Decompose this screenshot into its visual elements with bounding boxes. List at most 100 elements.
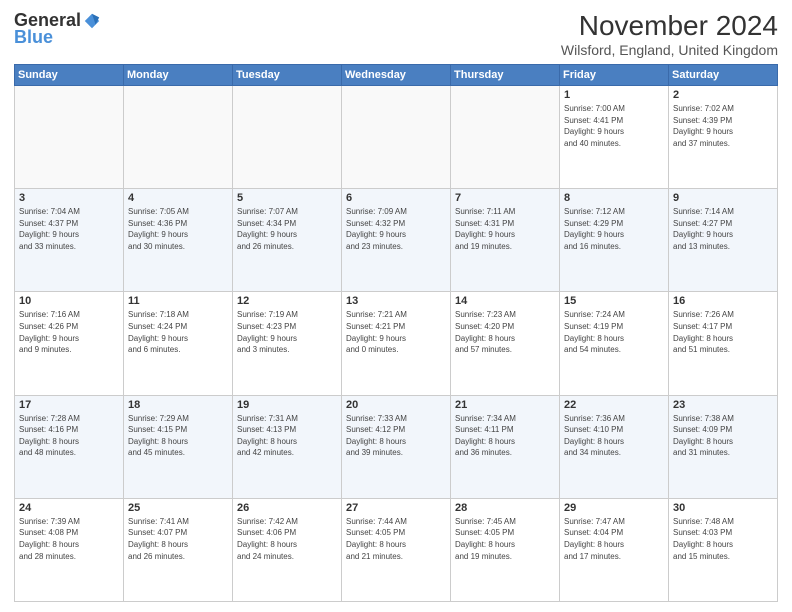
calendar-cell: 13 Sunrise: 7:21 AM Sunset: 4:21 PM Dayli… xyxy=(342,292,451,395)
calendar-cell: 3 Sunrise: 7:04 AM Sunset: 4:37 PM Daylig… xyxy=(15,189,124,292)
calendar-cell: 21 Sunrise: 7:34 AM Sunset: 4:11 PM Dayli… xyxy=(451,395,560,498)
day-info: Sunrise: 7:14 AM Sunset: 4:27 PM Dayligh… xyxy=(673,206,773,252)
day-number: 30 xyxy=(673,502,773,514)
day-info: Sunrise: 7:47 AM Sunset: 4:04 PM Dayligh… xyxy=(564,516,664,562)
calendar-week-0: 1Sunrise: 7:00 AM Sunset: 4:41 PM Daylig… xyxy=(15,86,778,189)
day-number: 19 xyxy=(237,399,337,411)
day-info: Sunrise: 7:45 AM Sunset: 4:05 PM Dayligh… xyxy=(455,516,555,562)
day-info: Sunrise: 7:04 AM Sunset: 4:37 PM Dayligh… xyxy=(19,206,119,252)
month-title: November 2024 xyxy=(561,10,778,42)
calendar-cell xyxy=(451,86,560,189)
day-number: 20 xyxy=(346,399,446,411)
day-number: 8 xyxy=(564,192,664,204)
calendar-cell: 23Sunrise: 7:38 AM Sunset: 4:09 PM Dayli… xyxy=(669,395,778,498)
day-number: 18 xyxy=(128,399,228,411)
day-number: 21 xyxy=(455,399,555,411)
day-info: Sunrise: 7:07 AM Sunset: 4:34 PM Dayligh… xyxy=(237,206,337,252)
day-info: Sunrise: 7:28 AM Sunset: 4:16 PM Dayligh… xyxy=(19,413,119,459)
day-number: 27 xyxy=(346,502,446,514)
day-info: Sunrise: 7:11 AM Sunset: 4:31 PM Dayligh… xyxy=(455,206,555,252)
day-number: 22 xyxy=(564,399,664,411)
day-number: 29 xyxy=(564,502,664,514)
calendar-cell: 18 Sunrise: 7:29 AM Sunset: 4:15 PM Dayli… xyxy=(124,395,233,498)
day-number: 17 xyxy=(19,399,119,411)
calendar-cell: 30 Sunrise: 7:48 AM Sunset: 4:03 PM Dayli… xyxy=(669,498,778,601)
calendar-cell: 24 Sunrise: 7:39 AM Sunset: 4:08 PM Dayli… xyxy=(15,498,124,601)
calendar-cell xyxy=(233,86,342,189)
calendar-week-3: 17 Sunrise: 7:28 AM Sunset: 4:16 PM Dayli… xyxy=(15,395,778,498)
calendar-cell: 1Sunrise: 7:00 AM Sunset: 4:41 PM Daylig… xyxy=(560,86,669,189)
calendar-week-2: 10Sunrise: 7:16 AM Sunset: 4:26 PM Dayli… xyxy=(15,292,778,395)
day-info: Sunrise: 7:33 AM Sunset: 4:12 PM Dayligh… xyxy=(346,413,446,459)
calendar-cell: 9 Sunrise: 7:14 AM Sunset: 4:27 PM Daylig… xyxy=(669,189,778,292)
day-info: Sunrise: 7:38 AM Sunset: 4:09 PM Dayligh… xyxy=(673,413,773,459)
header: General Blue November 2024 Wilsford, Eng… xyxy=(14,10,778,58)
calendar-cell: 11Sunrise: 7:18 AM Sunset: 4:24 PM Dayli… xyxy=(124,292,233,395)
calendar-cell: 19 Sunrise: 7:31 AM Sunset: 4:13 PM Dayli… xyxy=(233,395,342,498)
calendar-cell: 8 Sunrise: 7:12 AM Sunset: 4:29 PM Daylig… xyxy=(560,189,669,292)
calendar-cell: 14Sunrise: 7:23 AM Sunset: 4:20 PM Dayli… xyxy=(451,292,560,395)
calendar-cell: 29 Sunrise: 7:47 AM Sunset: 4:04 PM Dayli… xyxy=(560,498,669,601)
weekday-header-thursday: Thursday xyxy=(451,65,560,86)
weekday-header-monday: Monday xyxy=(124,65,233,86)
day-number: 16 xyxy=(673,295,773,307)
calendar-cell: 20 Sunrise: 7:33 AM Sunset: 4:12 PM Dayli… xyxy=(342,395,451,498)
calendar-cell: 15 Sunrise: 7:24 AM Sunset: 4:19 PM Dayli… xyxy=(560,292,669,395)
day-info: Sunrise: 7:36 AM Sunset: 4:10 PM Dayligh… xyxy=(564,413,664,459)
weekday-header-row: SundayMondayTuesdayWednesdayThursdayFrid… xyxy=(15,65,778,86)
calendar-cell xyxy=(342,86,451,189)
day-info: Sunrise: 7:09 AM Sunset: 4:32 PM Dayligh… xyxy=(346,206,446,252)
weekday-header-tuesday: Tuesday xyxy=(233,65,342,86)
day-info: Sunrise: 7:19 AM Sunset: 4:23 PM Dayligh… xyxy=(237,309,337,355)
day-number: 2 xyxy=(673,89,773,101)
calendar-cell: 12 Sunrise: 7:19 AM Sunset: 4:23 PM Dayli… xyxy=(233,292,342,395)
day-number: 12 xyxy=(237,295,337,307)
calendar-cell: 17 Sunrise: 7:28 AM Sunset: 4:16 PM Dayli… xyxy=(15,395,124,498)
day-number: 3 xyxy=(19,192,119,204)
day-info: Sunrise: 7:34 AM Sunset: 4:11 PM Dayligh… xyxy=(455,413,555,459)
calendar-cell: 26Sunrise: 7:42 AM Sunset: 4:06 PM Dayli… xyxy=(233,498,342,601)
logo-icon xyxy=(83,12,101,30)
page: General Blue November 2024 Wilsford, Eng… xyxy=(0,0,792,612)
calendar-cell: 28Sunrise: 7:45 AM Sunset: 4:05 PM Dayli… xyxy=(451,498,560,601)
day-number: 7 xyxy=(455,192,555,204)
day-info: Sunrise: 7:05 AM Sunset: 4:36 PM Dayligh… xyxy=(128,206,228,252)
day-number: 6 xyxy=(346,192,446,204)
calendar: SundayMondayTuesdayWednesdayThursdayFrid… xyxy=(14,64,778,602)
day-info: Sunrise: 7:18 AM Sunset: 4:24 PM Dayligh… xyxy=(128,309,228,355)
calendar-cell: 2 Sunrise: 7:02 AM Sunset: 4:39 PM Daylig… xyxy=(669,86,778,189)
day-info: Sunrise: 7:31 AM Sunset: 4:13 PM Dayligh… xyxy=(237,413,337,459)
day-number: 26 xyxy=(237,502,337,514)
title-block: November 2024 Wilsford, England, United … xyxy=(561,10,778,58)
day-number: 13 xyxy=(346,295,446,307)
day-info: Sunrise: 7:21 AM Sunset: 4:21 PM Dayligh… xyxy=(346,309,446,355)
calendar-cell: 27 Sunrise: 7:44 AM Sunset: 4:05 PM Dayli… xyxy=(342,498,451,601)
day-info: Sunrise: 7:02 AM Sunset: 4:39 PM Dayligh… xyxy=(673,103,773,149)
day-info: Sunrise: 7:44 AM Sunset: 4:05 PM Dayligh… xyxy=(346,516,446,562)
logo-blue-text: Blue xyxy=(14,27,53,48)
day-number: 15 xyxy=(564,295,664,307)
day-number: 10 xyxy=(19,295,119,307)
day-number: 4 xyxy=(128,192,228,204)
weekday-header-saturday: Saturday xyxy=(669,65,778,86)
day-info: Sunrise: 7:12 AM Sunset: 4:29 PM Dayligh… xyxy=(564,206,664,252)
logo: General Blue xyxy=(14,10,101,48)
calendar-cell: 25 Sunrise: 7:41 AM Sunset: 4:07 PM Dayli… xyxy=(124,498,233,601)
day-number: 24 xyxy=(19,502,119,514)
day-info: Sunrise: 7:48 AM Sunset: 4:03 PM Dayligh… xyxy=(673,516,773,562)
day-number: 9 xyxy=(673,192,773,204)
day-info: Sunrise: 7:41 AM Sunset: 4:07 PM Dayligh… xyxy=(128,516,228,562)
day-number: 1 xyxy=(564,89,664,101)
calendar-cell: 16Sunrise: 7:26 AM Sunset: 4:17 PM Dayli… xyxy=(669,292,778,395)
weekday-header-friday: Friday xyxy=(560,65,669,86)
day-info: Sunrise: 7:24 AM Sunset: 4:19 PM Dayligh… xyxy=(564,309,664,355)
weekday-header-wednesday: Wednesday xyxy=(342,65,451,86)
calendar-cell: 7 Sunrise: 7:11 AM Sunset: 4:31 PM Daylig… xyxy=(451,189,560,292)
calendar-cell xyxy=(124,86,233,189)
day-info: Sunrise: 7:39 AM Sunset: 4:08 PM Dayligh… xyxy=(19,516,119,562)
calendar-week-1: 3 Sunrise: 7:04 AM Sunset: 4:37 PM Daylig… xyxy=(15,189,778,292)
weekday-header-sunday: Sunday xyxy=(15,65,124,86)
day-info: Sunrise: 7:29 AM Sunset: 4:15 PM Dayligh… xyxy=(128,413,228,459)
calendar-cell: 6 Sunrise: 7:09 AM Sunset: 4:32 PM Daylig… xyxy=(342,189,451,292)
day-number: 25 xyxy=(128,502,228,514)
